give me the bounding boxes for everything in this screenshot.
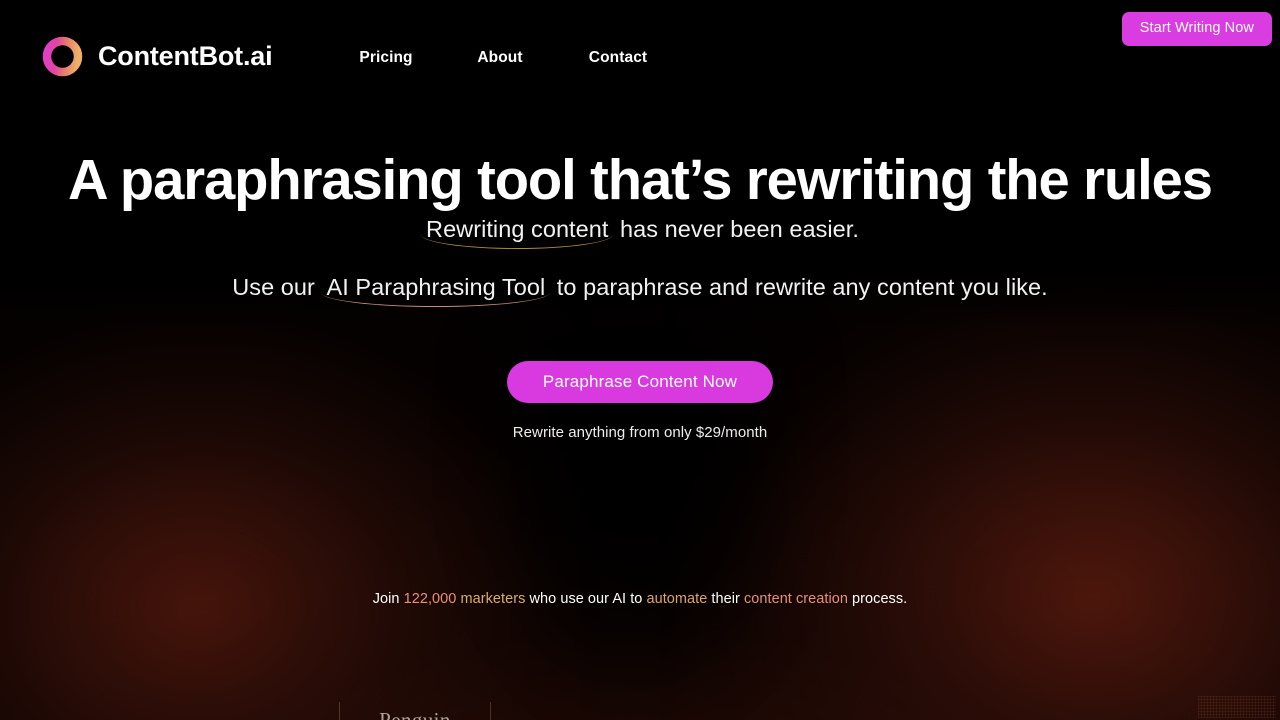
- social-proof-text: Join 122,000 marketers who use our AI to…: [0, 591, 1280, 607]
- client-logo-2: [491, 700, 641, 720]
- gradient-ring-logo-icon: [42, 36, 83, 77]
- brand-logo[interactable]: ContentBot.ai: [40, 34, 273, 79]
- social-proof-part3: their: [707, 591, 744, 607]
- brand-name: ContentBot.ai: [98, 41, 273, 71]
- glow-right: [680, 270, 1280, 720]
- hero-subtitle-line-1: Rewriting content has never been easier.: [0, 216, 1280, 249]
- site-header: ContentBot.ai Pricing About Contact Star…: [0, 0, 1280, 96]
- social-proof-part1: Join: [372, 591, 404, 607]
- background-glow-layer: [0, 0, 1280, 720]
- nav-item-pricing[interactable]: Pricing: [340, 49, 432, 67]
- client-logo-penguin-label: Penguin: [379, 707, 451, 720]
- main-nav: Pricing About Contact: [340, 49, 664, 67]
- social-proof-part2: who use our AI to: [525, 591, 647, 607]
- price-note: Rewrite anything from only $29/month: [512, 424, 768, 441]
- client-logo-strip: Penguin: [0, 700, 1280, 720]
- social-proof-count: 122,000: [403, 591, 457, 607]
- start-writing-now-button[interactable]: Start Writing Now: [1121, 12, 1272, 46]
- page-root: ContentBot.ai Pricing About Contact Star…: [0, 0, 1280, 720]
- hero-subtitle-1-rest: has never been easier.: [613, 216, 859, 242]
- hero-highlight-rewriting-content: Rewriting content: [421, 216, 614, 249]
- nav-item-contact[interactable]: Contact: [572, 49, 664, 67]
- paraphrase-content-now-button[interactable]: Paraphrase Content Now: [506, 361, 774, 403]
- nav-item-about[interactable]: About: [454, 49, 546, 67]
- client-logo-4: [791, 700, 941, 720]
- social-proof-creation: content creation: [743, 591, 848, 607]
- client-logo-3: [641, 700, 791, 720]
- glow-bottom: [0, 420, 1280, 720]
- page-title: A paraphrasing tool that’s rewriting the…: [68, 148, 1213, 213]
- client-logo-penguin: Penguin: [340, 700, 490, 720]
- client-logo-3-mark: [656, 711, 776, 720]
- hero-subtitle-2-after: to paraphrase and rewrite any content yo…: [550, 274, 1048, 300]
- hero-cta-wrapper: Paraphrase Content Now: [0, 361, 1280, 403]
- hero-subtitle-line-2: Use our AI Paraphrasing Tool to paraphra…: [0, 274, 1280, 307]
- social-proof-audience: marketers: [460, 591, 526, 607]
- social-proof-automate: automate: [646, 591, 708, 607]
- social-proof-part4: process.: [847, 591, 908, 607]
- hero-subtitle-2-before: Use our: [232, 274, 322, 300]
- hero-highlight-ai-paraphrasing-tool: AI Paraphrasing Tool: [321, 274, 551, 307]
